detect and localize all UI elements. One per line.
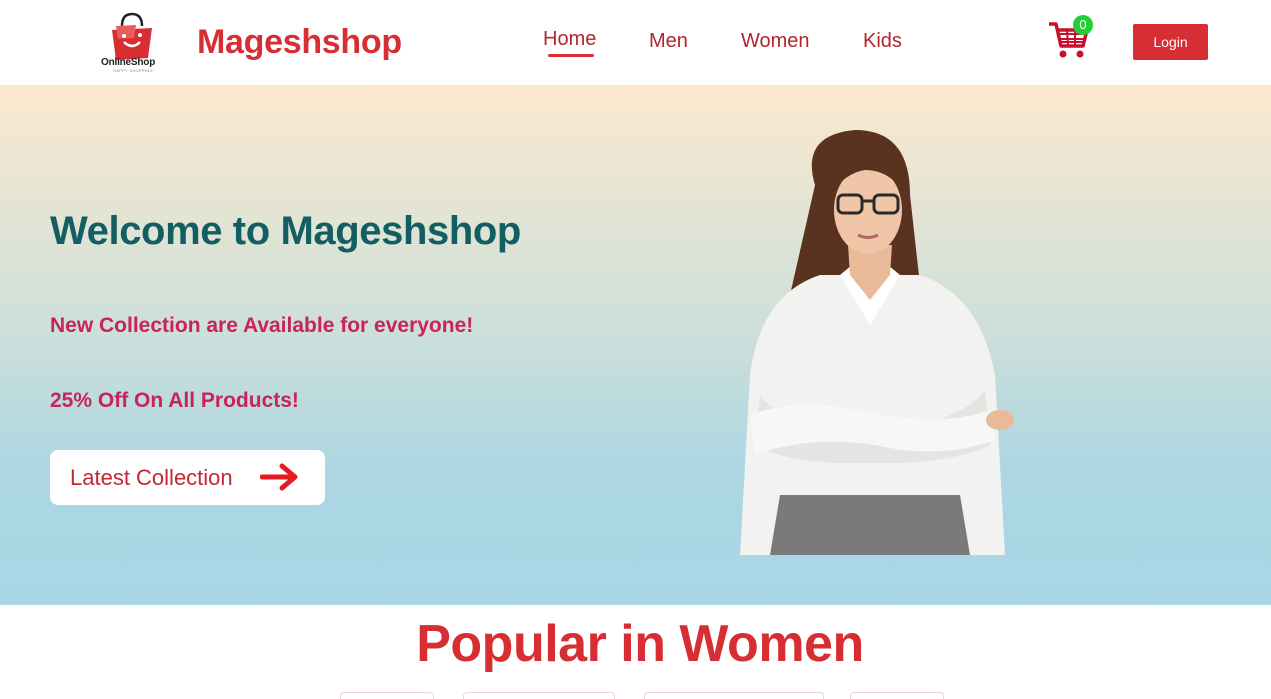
arrow-right-icon [260, 463, 298, 491]
latest-collection-button[interactable]: Latest Collection [50, 450, 325, 505]
hero-title: Welcome to Mageshshop [50, 209, 521, 253]
top-navbar: OnlineShop HAPPY SHOPPING Mageshshop Hom… [0, 0, 1271, 85]
product-card[interactable] [463, 692, 615, 699]
product-card[interactable] [850, 692, 944, 699]
brand-name[interactable]: Mageshshop [197, 23, 402, 62]
nav-link-home[interactable]: Home [543, 28, 596, 51]
hero-subtitle: New Collection are Available for everyon… [50, 314, 474, 337]
nav-link-women[interactable]: Women [741, 30, 810, 53]
nav-link-kids[interactable]: Kids [863, 30, 902, 53]
product-card[interactable] [644, 692, 824, 699]
hero-banner: Welcome to Mageshshop New Collection are… [0, 85, 1271, 605]
hero-model-image [740, 130, 1014, 555]
logo-text: OnlineShop [101, 57, 156, 68]
nav-link-men[interactable]: Men [649, 30, 688, 53]
cart-count-badge: 0 [1073, 15, 1093, 35]
login-button[interactable]: Login [1133, 24, 1208, 60]
active-nav-underline [548, 54, 594, 57]
latest-collection-label: Latest Collection [70, 465, 233, 490]
product-card[interactable] [340, 692, 434, 699]
popular-section-title: Popular in Women [416, 615, 864, 673]
hero-offer-text: 25% Off On All Products! [50, 389, 299, 412]
logo-tagline: HAPPY SHOPPING [113, 68, 153, 73]
